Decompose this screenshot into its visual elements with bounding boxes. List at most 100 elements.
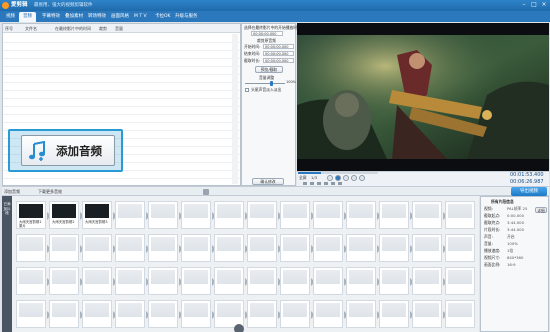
next-icon[interactable] bbox=[359, 175, 365, 181]
confirm-button[interactable]: 确认修改 bbox=[252, 178, 284, 185]
empty-slot[interactable] bbox=[181, 300, 216, 328]
audio-list-row[interactable] bbox=[3, 82, 240, 83]
export-video-button[interactable]: 导出视频 bbox=[511, 187, 547, 196]
empty-slot[interactable] bbox=[49, 300, 84, 328]
duration-input[interactable]: 00:00:00.000 bbox=[263, 58, 294, 63]
empty-slot[interactable] bbox=[49, 234, 84, 262]
empty-slot[interactable] bbox=[280, 300, 315, 328]
empty-slot[interactable] bbox=[412, 234, 447, 262]
audio-list-row[interactable] bbox=[3, 58, 240, 59]
empty-slot[interactable] bbox=[346, 267, 381, 295]
empty-slot[interactable] bbox=[148, 201, 183, 229]
empty-slot[interactable] bbox=[115, 201, 150, 229]
stop-icon[interactable] bbox=[343, 175, 349, 181]
tab-video[interactable]: 视频 bbox=[2, 12, 19, 22]
empty-slot[interactable] bbox=[313, 300, 348, 328]
empty-slot[interactable] bbox=[379, 300, 414, 328]
empty-slot[interactable] bbox=[49, 267, 84, 295]
fade-checkbox[interactable] bbox=[245, 88, 249, 92]
empty-slot[interactable] bbox=[412, 201, 447, 229]
empty-slot[interactable] bbox=[181, 234, 216, 262]
empty-slot[interactable] bbox=[115, 300, 150, 328]
empty-slot[interactable] bbox=[247, 300, 282, 328]
empty-slot[interactable] bbox=[346, 201, 381, 229]
tab-audio[interactable]: 音频 bbox=[19, 12, 36, 22]
empty-slot[interactable] bbox=[313, 234, 348, 262]
empty-slot[interactable] bbox=[181, 201, 216, 229]
volume-slider-track[interactable] bbox=[245, 83, 285, 84]
audio-list-scrollbar[interactable] bbox=[232, 34, 238, 184]
close-button[interactable]: × bbox=[540, 1, 548, 9]
forward-icon[interactable] bbox=[351, 175, 357, 181]
empty-slot[interactable] bbox=[445, 201, 475, 229]
empty-slot[interactable] bbox=[16, 267, 51, 295]
empty-slot[interactable] bbox=[181, 267, 216, 295]
empty-slot[interactable] bbox=[214, 234, 249, 262]
empty-slot[interactable] bbox=[313, 267, 348, 295]
snapshot-icon[interactable] bbox=[317, 182, 321, 185]
empty-slot[interactable] bbox=[214, 267, 249, 295]
empty-slot[interactable] bbox=[379, 234, 414, 262]
start-time-input[interactable]: 00:00:00.000 bbox=[251, 31, 283, 36]
empty-slot[interactable] bbox=[247, 234, 282, 262]
start-input[interactable]: 00:00:00.000 bbox=[263, 44, 294, 49]
preview-cut-button[interactable]: 预览/截取 bbox=[255, 66, 283, 73]
volume-slider-handle[interactable] bbox=[269, 81, 273, 86]
audio-list-row[interactable] bbox=[3, 66, 240, 67]
empty-slot[interactable] bbox=[313, 201, 348, 229]
empty-slot[interactable] bbox=[280, 267, 315, 295]
details-button[interactable]: 详细 bbox=[535, 206, 547, 213]
empty-slot[interactable] bbox=[16, 234, 51, 262]
video-preview[interactable] bbox=[297, 23, 549, 171]
empty-slot[interactable] bbox=[148, 234, 183, 262]
audio-list-row[interactable] bbox=[3, 90, 240, 91]
empty-slot[interactable] bbox=[445, 267, 475, 295]
empty-slot[interactable] bbox=[82, 234, 117, 262]
audio-list-row[interactable] bbox=[3, 178, 240, 179]
empty-slot[interactable] bbox=[214, 201, 249, 229]
audio-list-row[interactable] bbox=[3, 74, 240, 75]
audio-list-row[interactable] bbox=[3, 98, 240, 99]
save-icon[interactable] bbox=[303, 182, 307, 185]
empty-slot[interactable] bbox=[346, 234, 381, 262]
tab-mtv[interactable]: M T V bbox=[130, 12, 151, 22]
tab-upgrade[interactable]: 升级与服务 bbox=[171, 12, 202, 22]
add-audio-button-large[interactable]: 添加音频 bbox=[21, 135, 115, 166]
play-icon[interactable] bbox=[335, 175, 341, 181]
settings-icon[interactable] bbox=[324, 182, 328, 185]
audio-list-row[interactable] bbox=[3, 114, 240, 115]
audio-list-row[interactable] bbox=[3, 106, 240, 107]
rewind-icon[interactable] bbox=[327, 175, 333, 181]
folder-icon[interactable] bbox=[310, 182, 314, 185]
empty-slot[interactable] bbox=[247, 267, 282, 295]
empty-slot[interactable] bbox=[115, 234, 150, 262]
download-audio-button[interactable]: 下载更多音效 bbox=[38, 188, 62, 196]
trash-icon[interactable] bbox=[203, 189, 209, 195]
empty-slot[interactable] bbox=[115, 267, 150, 295]
empty-slot[interactable] bbox=[16, 300, 51, 328]
add-audio-button[interactable]: 添加音频 bbox=[4, 188, 20, 196]
share-icon[interactable] bbox=[338, 182, 342, 185]
empty-slot[interactable] bbox=[379, 201, 414, 229]
end-input[interactable]: 00:00:00.000 bbox=[263, 51, 294, 56]
fullscreen-button[interactable]: 全屏 bbox=[299, 175, 307, 180]
empty-slot[interactable] bbox=[379, 267, 414, 295]
empty-slot[interactable] bbox=[280, 234, 315, 262]
clip-thumbnail[interactable]: 大闹天宫剪辑1 原片 bbox=[16, 201, 51, 229]
empty-slot[interactable] bbox=[247, 201, 282, 229]
empty-slot[interactable] bbox=[148, 300, 183, 328]
audio-list-row[interactable] bbox=[3, 122, 240, 123]
clip-thumbnail[interactable]: 大闹天宫剪辑2 bbox=[49, 201, 84, 229]
audio-list-row[interactable] bbox=[3, 42, 240, 43]
empty-slot[interactable] bbox=[346, 300, 381, 328]
crop-icon[interactable] bbox=[331, 182, 335, 185]
maximize-button[interactable]: □ bbox=[530, 1, 538, 9]
scissors-icon[interactable] bbox=[234, 324, 244, 332]
empty-slot[interactable] bbox=[82, 300, 117, 328]
empty-slot[interactable] bbox=[445, 300, 475, 328]
empty-slot[interactable] bbox=[412, 300, 447, 328]
audio-list-row[interactable] bbox=[3, 50, 240, 51]
scale-label[interactable]: 1/3 bbox=[311, 175, 317, 180]
empty-slot[interactable] bbox=[82, 267, 117, 295]
empty-slot[interactable] bbox=[412, 267, 447, 295]
